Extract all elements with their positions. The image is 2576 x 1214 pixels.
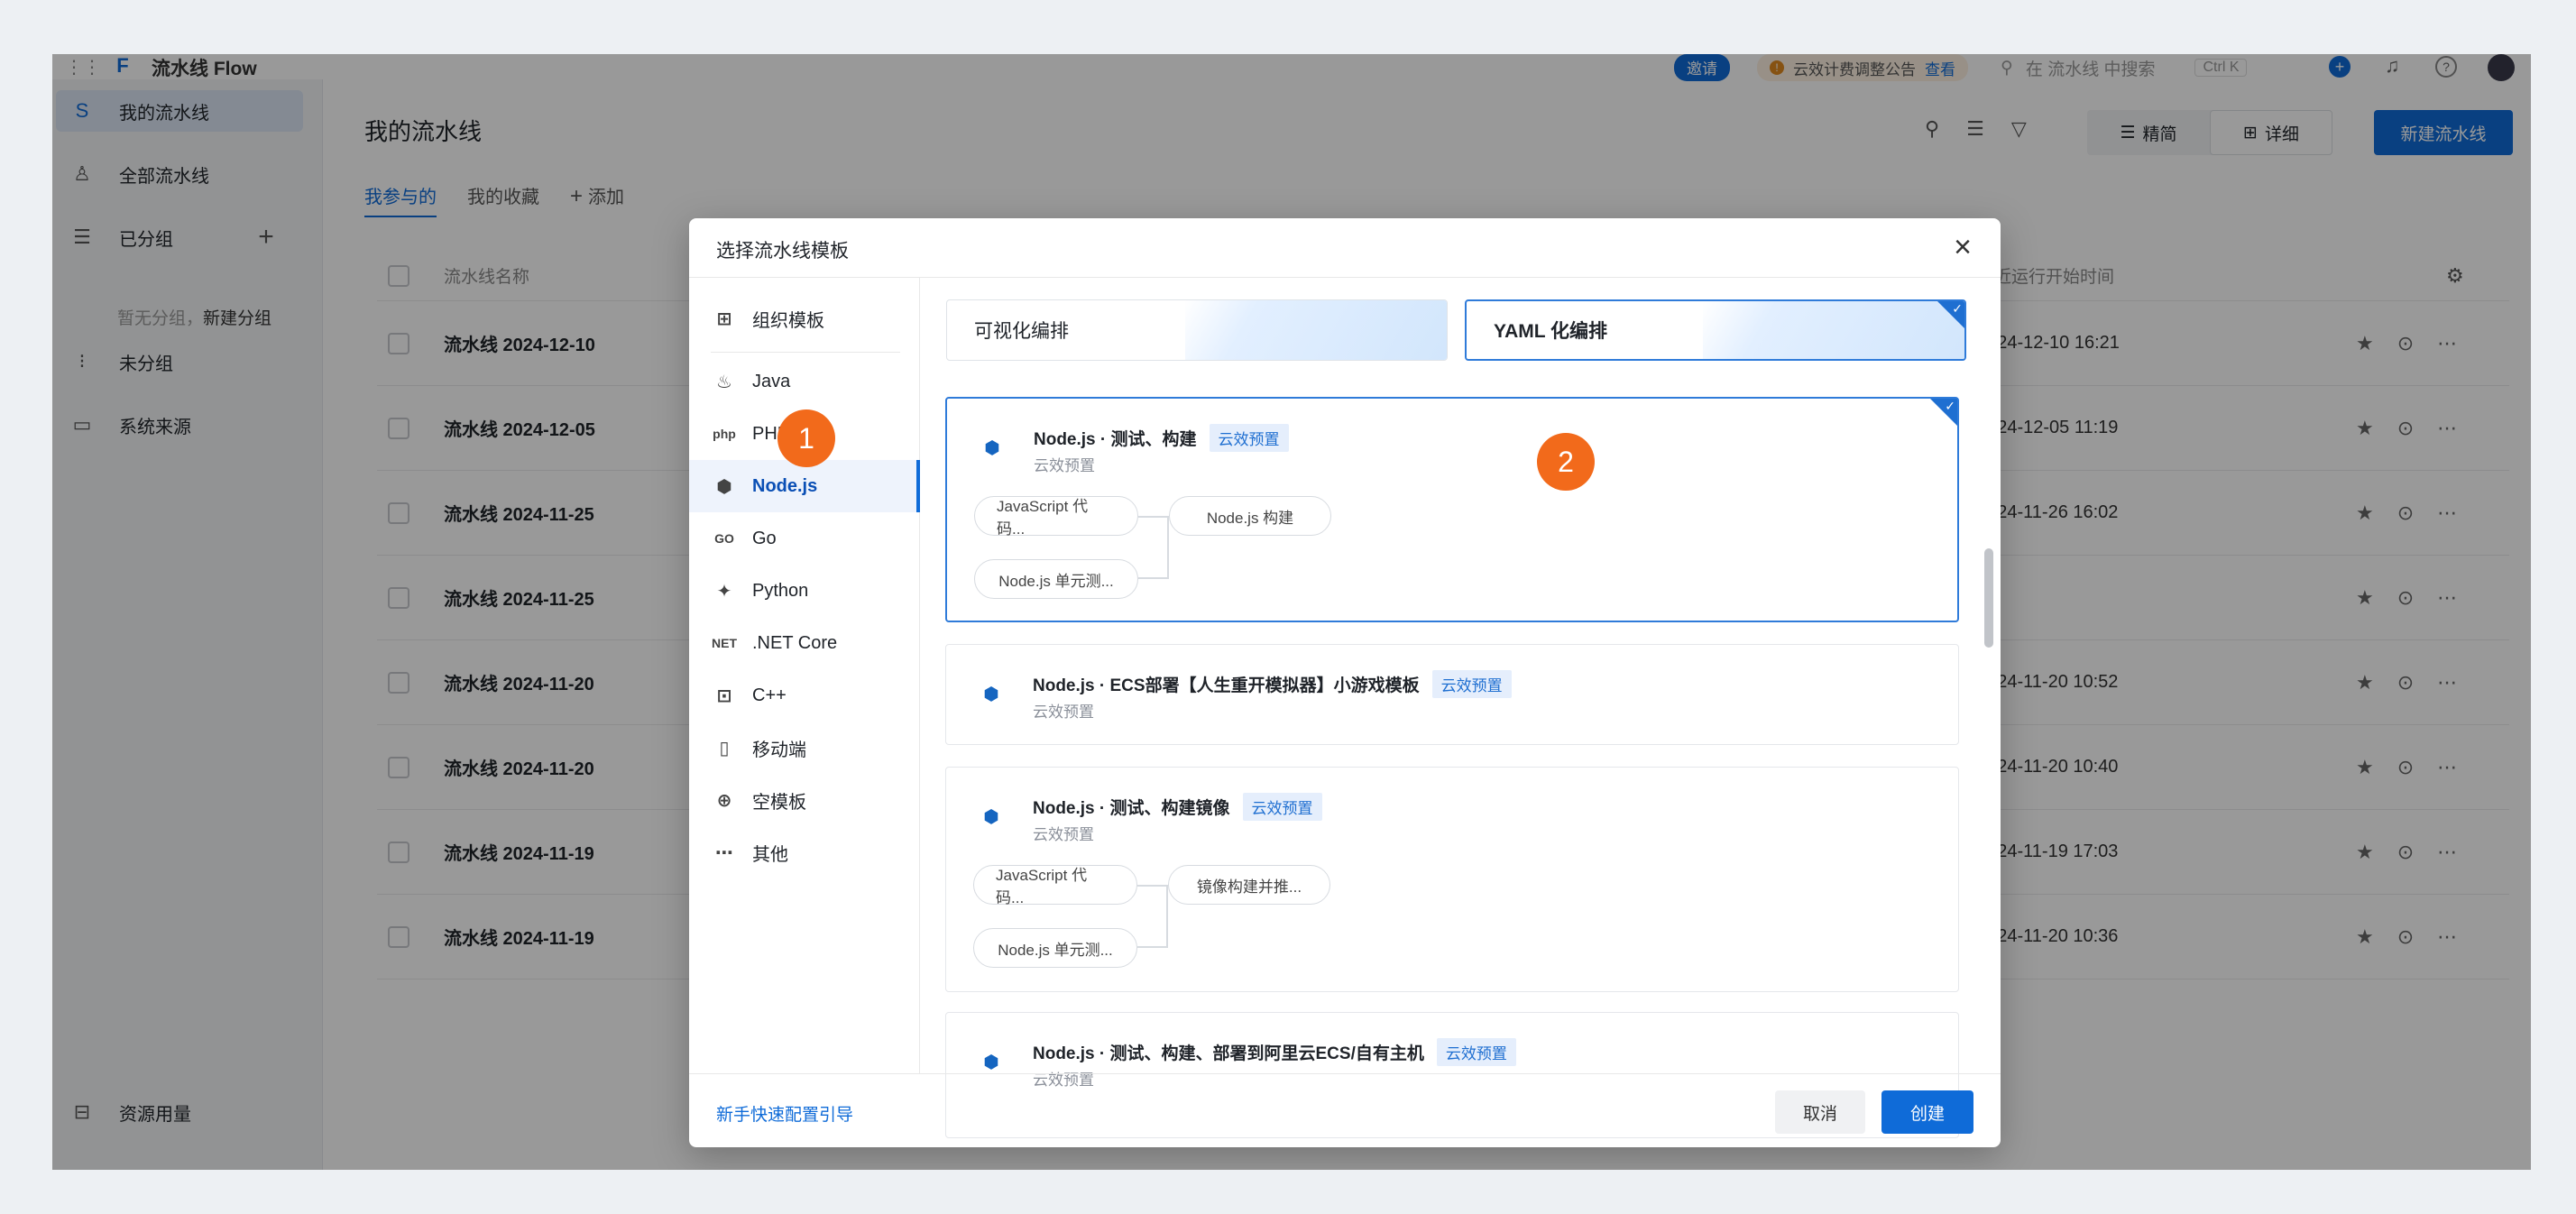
mode-visual[interactable]: 可视化编排 [946, 299, 1448, 361]
category-label: .NET Core [752, 632, 838, 653]
grid-icon: ⊞ [716, 308, 732, 329]
template-tag: 云效预置 [1436, 1038, 1516, 1066]
category-label: 移动端 [752, 740, 806, 760]
template-modal: 选择流水线模板 × ⊞ 组织模板 ♨ Java php PHP ⬢ Node.js GO Go ✦ P… [689, 218, 2001, 1147]
category-label: C++ [752, 685, 787, 705]
modal-footer: 新手快速配置引导 取消 创建 [689, 1073, 2001, 1147]
dotnet-icon: NET [712, 636, 737, 650]
category-list: ⊞ 组织模板 ♨ Java php PHP ⬢ Node.js GO Go ✦ Python NET .N… [689, 278, 920, 1073]
template-card[interactable]: ⬢ Node.js · ECS部署【人生重开模拟器】小游戏模板 云效预置 云效预置 [945, 644, 1959, 745]
template-tag: 云效预置 [1431, 670, 1512, 698]
template-title-row: Node.js · 测试、构建 云效预置 [1034, 424, 1289, 452]
category-label: 组织模板 [752, 310, 824, 331]
stage-pill: JavaScript 代码... [974, 496, 1138, 538]
template-title-row: Node.js · 测试、构建、部署到阿里云ECS/自有主机 云效预置 [1033, 1038, 1516, 1066]
category-dotnet[interactable]: NET .NET Core [689, 617, 920, 669]
empty-template-icon: ⊕ [716, 790, 732, 811]
nodejs-icon: ⬢ [983, 684, 999, 704]
template-subtitle: 云效预置 [1034, 457, 1095, 474]
category-python[interactable]: ✦ Python [689, 565, 920, 617]
template-title-row: Node.js · ECS部署【人生重开模拟器】小游戏模板 云效预置 [1033, 670, 1512, 698]
category-label: Node.js [752, 475, 818, 496]
mobile-icon: ▯ [719, 738, 730, 759]
template-card[interactable]: ⬢ Node.js · 测试、构建镜像 云效预置 云效预置 JavaScript 代码.… [945, 767, 1959, 992]
mode-yaml[interactable]: YAML 化编排 [1465, 299, 1966, 361]
category-nodejs[interactable]: ⬢ Node.js [689, 460, 920, 512]
go-icon: GO [714, 531, 734, 546]
php-icon: php [713, 427, 736, 441]
mode-label: 可视化编排 [974, 321, 1069, 342]
category-divider [711, 352, 900, 353]
annotation-badge-2: 2 [1537, 433, 1595, 491]
cancel-button[interactable]: 取消 [1775, 1090, 1865, 1134]
scrollbar[interactable] [1984, 548, 1993, 648]
backdrop-top[interactable] [52, 54, 2531, 79]
category-go[interactable]: GO Go [689, 512, 920, 565]
more-icon: ⋯ [715, 842, 733, 863]
stage-pill: 镜像构建并推... [1168, 865, 1330, 905]
template-card[interactable]: ⬢ Node.js · 测试、构建 云效预置 云效预置 JavaScript 代码...… [945, 397, 1959, 622]
template-title-row: Node.js · 测试、构建镜像 云效预置 [1033, 793, 1322, 821]
quick-guide-link[interactable]: 新手快速配置引导 [716, 1101, 853, 1126]
backdrop-side[interactable] [52, 79, 323, 1170]
category-java[interactable]: ♨ Java [689, 355, 920, 408]
selected-check-icon [1937, 301, 1964, 328]
template-title: Node.js · 测试、构建镜像 [1033, 799, 1230, 818]
template-title: Node.js · ECS部署【人生重开模拟器】小游戏模板 [1033, 676, 1420, 695]
visual-illustration [1185, 300, 1447, 360]
category-label: Java [752, 371, 791, 391]
cpp-icon: ⊡ [716, 685, 732, 706]
template-tag: 云效预置 [1242, 793, 1322, 821]
category-empty-template[interactable]: ⊕ 空模板 [689, 774, 920, 826]
stage-pill: Node.js 构建 [1169, 496, 1331, 536]
template-subtitle: 云效预置 [1033, 704, 1094, 721]
python-icon: ✦ [716, 581, 732, 602]
modal-header: 选择流水线模板 × [689, 218, 2001, 278]
mode-label: YAML 化编排 [1494, 321, 1608, 342]
template-title: Node.js · 测试、构建 [1034, 430, 1197, 449]
stage-pill: JavaScript 代码... [973, 865, 1137, 906]
category-label: Python [752, 580, 809, 601]
category-grid[interactable]: ⊞ 组织模板 [689, 292, 920, 345]
stage-connector [1137, 885, 1168, 948]
category-cpp[interactable]: ⊡ C++ [689, 669, 920, 722]
stage-connector [1138, 516, 1169, 579]
category-label: 其他 [752, 844, 788, 865]
category-mobile[interactable]: ▯ 移动端 [689, 722, 920, 774]
nodejs-icon: ⬢ [984, 437, 1000, 458]
create-button[interactable]: 创建 [1881, 1090, 1973, 1134]
stage-pill: Node.js 单元测... [974, 559, 1138, 599]
category-label: Go [752, 528, 777, 548]
annotation-badge-1: 1 [777, 409, 835, 467]
modal-title: 选择流水线模板 [716, 241, 849, 262]
template-subtitle: 云效预置 [1033, 826, 1094, 843]
java-icon: ♨ [716, 372, 732, 392]
category-more[interactable]: ⋯ 其他 [689, 826, 920, 878]
close-icon[interactable]: × [1945, 229, 1981, 265]
nodejs-icon: ⬢ [716, 476, 732, 497]
category-label: 空模板 [752, 792, 806, 813]
template-title: Node.js · 测试、构建、部署到阿里云ECS/自有主机 [1033, 1044, 1424, 1063]
app-window: ⋮⋮ F 流水线 Flow 邀请 ! 云效计费调整公告 查看 ⚲ 在 流水线 中… [52, 54, 2531, 1170]
nodejs-icon: ⬢ [983, 806, 999, 827]
nodejs-icon: ⬢ [983, 1052, 999, 1072]
yaml-illustration [1703, 301, 1964, 359]
selected-check-icon [1930, 399, 1957, 426]
template-tag: 云效预置 [1209, 424, 1289, 452]
stage-pill: Node.js 单元测... [973, 928, 1137, 968]
